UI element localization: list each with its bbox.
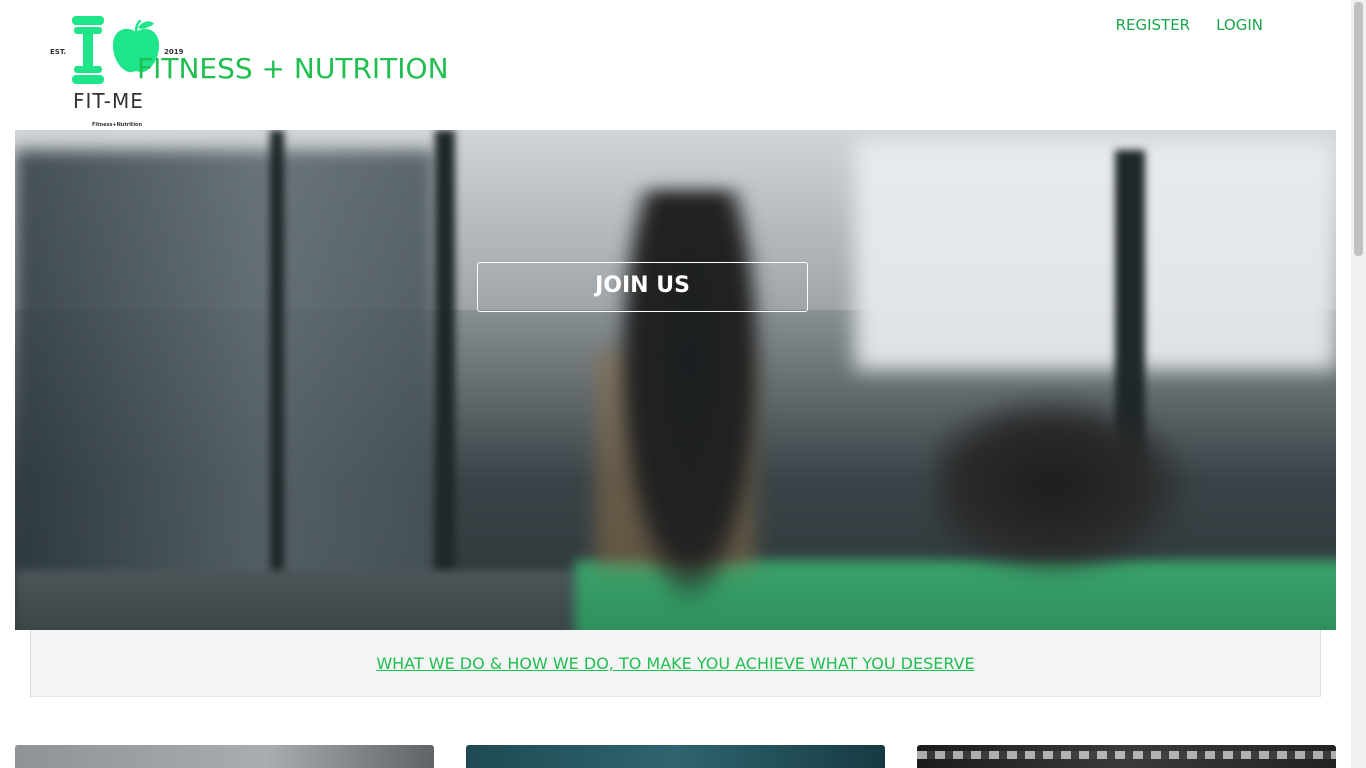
hero-floor bbox=[15, 570, 615, 630]
hero-pillar bbox=[435, 130, 455, 580]
logo-brand-text: FIT-ME bbox=[73, 89, 144, 113]
feature-card-image[interactable] bbox=[917, 745, 1336, 768]
hero-pillar bbox=[270, 130, 284, 590]
dumbbell-icon bbox=[72, 16, 104, 84]
join-us-button[interactable]: JOIN US bbox=[477, 262, 808, 312]
top-nav: REGISTER LOGIN bbox=[1116, 16, 1263, 34]
logo-est-text: EST. bbox=[50, 48, 67, 56]
site-header: EST. 2019 FIT-ME Fitness+Nutrition FITNE… bbox=[0, 0, 1351, 130]
site-tagline: FITNESS + NUTRITION bbox=[137, 52, 449, 85]
scrollbar-thumb[interactable] bbox=[1354, 2, 1363, 256]
feature-card-image[interactable] bbox=[466, 745, 885, 768]
logo-subtitle-text: Fitness+Nutrition bbox=[92, 122, 143, 128]
mission-link[interactable]: WHAT WE DO & HOW WE DO, TO MAKE YOU ACHI… bbox=[376, 654, 974, 673]
hero-person-plank bbox=[935, 390, 1195, 580]
hero-wall bbox=[15, 150, 435, 590]
barbell-plates-image bbox=[917, 751, 1336, 759]
mission-banner: WHAT WE DO & HOW WE DO, TO MAKE YOU ACHI… bbox=[30, 630, 1321, 697]
login-link[interactable]: LOGIN bbox=[1216, 16, 1263, 34]
page-scrollbar[interactable] bbox=[1351, 0, 1366, 768]
hero-window bbox=[855, 140, 1336, 370]
register-link[interactable]: REGISTER bbox=[1116, 16, 1191, 34]
hero-person-standing bbox=[615, 190, 765, 610]
feature-card-image[interactable] bbox=[15, 745, 434, 768]
hero-banner-image: JOIN US bbox=[15, 130, 1336, 630]
